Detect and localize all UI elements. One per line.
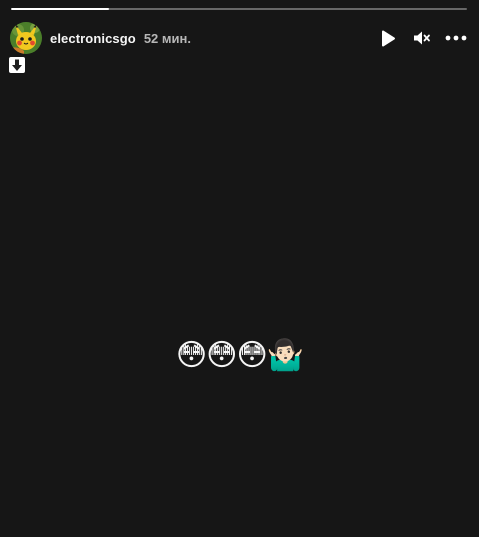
play-icon	[382, 30, 395, 46]
story-username[interactable]: electronicsgo	[50, 31, 136, 46]
story-controls	[376, 26, 468, 50]
muted-speaker-icon	[414, 31, 430, 45]
play-button[interactable]	[376, 26, 400, 50]
profile-avatar[interactable]	[10, 22, 42, 54]
pikachu-avatar-icon	[10, 22, 42, 54]
story-progress-fill	[11, 8, 110, 10]
story-timestamp: 52 мин.	[143, 30, 191, 46]
more-horizontal-icon	[445, 35, 467, 41]
story-progress-bar	[11, 8, 467, 10]
mute-toggle-button[interactable]	[410, 26, 434, 50]
more-options-button[interactable]	[444, 26, 468, 50]
story-header: electronicsgo 52 мин.	[10, 22, 468, 54]
down-arrow-icon	[12, 59, 22, 71]
down-arrow-sticker	[9, 57, 25, 73]
story-viewer: electronicsgo 52 мин.	[0, 0, 479, 537]
story-sticker-text: 😳😳😳🤷🏻‍♂️	[175, 338, 304, 373]
